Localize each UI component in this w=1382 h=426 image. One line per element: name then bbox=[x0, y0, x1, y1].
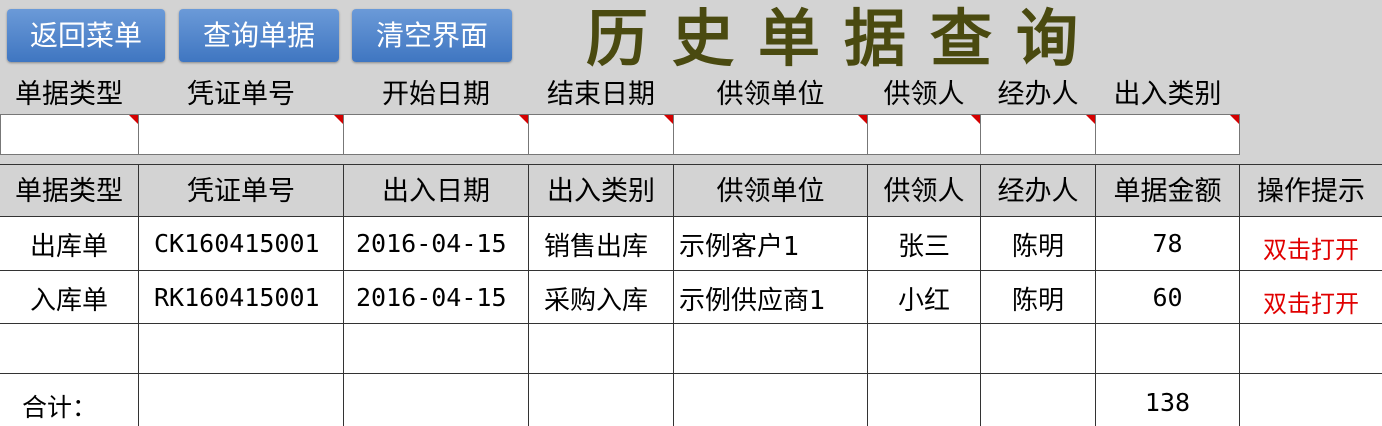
column-header-unit: 供领单位 bbox=[716, 176, 825, 207]
column-header-date: 出入日期 bbox=[382, 176, 490, 207]
query-voucher-field[interactable] bbox=[138, 114, 344, 155]
query-label-voucher: 凭证单号 bbox=[187, 79, 295, 110]
comment-marker-icon bbox=[858, 115, 867, 124]
cell-person: 小红 bbox=[897, 286, 950, 316]
back-to-menu-button[interactable]: 返回菜单 bbox=[7, 9, 165, 62]
comment-marker-icon bbox=[1230, 115, 1239, 124]
cell-unit: 示例供应商1 bbox=[679, 286, 826, 316]
query-category-field[interactable] bbox=[1095, 114, 1240, 155]
query-label-type: 单据类型 bbox=[15, 79, 123, 110]
cell-handler: 陈明 bbox=[1011, 232, 1064, 262]
cell-category: 采购入库 bbox=[544, 286, 649, 316]
column-header-type: 单据类型 bbox=[15, 176, 123, 207]
total-amount: 138 bbox=[1144, 388, 1191, 417]
open-voucher-link[interactable]: 双击打开 bbox=[1240, 284, 1382, 319]
cell-date: 2016-04-15 bbox=[356, 229, 507, 258]
cell-amount: 60 bbox=[1152, 283, 1183, 312]
query-labels-row: 单据类型 凭证单号 开始日期 结束日期 供领单位 供领人 经办人 出入类别 bbox=[0, 75, 1382, 114]
query-unit-field[interactable] bbox=[673, 114, 868, 155]
grid-line bbox=[673, 164, 674, 426]
comment-marker-icon bbox=[664, 115, 673, 124]
clear-interface-button[interactable]: 清空界面 bbox=[352, 9, 512, 62]
query-start-date-field[interactable] bbox=[343, 114, 529, 155]
comment-marker-icon bbox=[334, 115, 343, 124]
total-label: 合计： bbox=[22, 393, 98, 422]
grid-line bbox=[343, 164, 344, 426]
top-toolbar: 返回菜单 查询单据 清空界面 历史单据查询 bbox=[0, 0, 1382, 75]
section-divider bbox=[0, 156, 1382, 164]
cell-person: 张三 bbox=[897, 232, 950, 262]
cell-date: 2016-04-15 bbox=[356, 283, 507, 312]
comment-marker-icon bbox=[129, 115, 138, 124]
comment-marker-icon bbox=[971, 115, 980, 124]
cell-category: 销售出库 bbox=[544, 232, 649, 262]
cell-type: 出库单 bbox=[29, 232, 108, 262]
cell-voucher: CK160415001 bbox=[154, 229, 320, 258]
page-title: 历史单据查询 bbox=[586, 2, 1103, 75]
grid-line bbox=[0, 164, 1382, 165]
query-label-handler: 经办人 bbox=[997, 79, 1079, 110]
grid-line bbox=[0, 270, 1382, 271]
query-label-end-date: 结束日期 bbox=[547, 79, 655, 110]
grid-line bbox=[528, 164, 529, 426]
query-person-field[interactable] bbox=[867, 114, 981, 155]
cell-type: 入库单 bbox=[29, 286, 108, 316]
comment-marker-icon bbox=[519, 115, 528, 124]
cell-amount: 78 bbox=[1152, 229, 1183, 258]
results-table-header: 单据类型 凭证单号 出入日期 出入类别 供领单位 供领人 经办人 单据金额 操作… bbox=[0, 164, 1382, 216]
query-label-person: 供领人 bbox=[883, 79, 965, 110]
grid-line bbox=[0, 323, 1382, 324]
grid-line bbox=[0, 373, 1382, 374]
history-voucher-query-sheet: 返回菜单 查询单据 清空界面 历史单据查询 单据类型 凭证单号 开始日期 结束日… bbox=[0, 0, 1382, 426]
cell-unit: 示例客户1 bbox=[679, 232, 800, 262]
query-inputs-row bbox=[0, 114, 1382, 156]
column-header-category: 出入类别 bbox=[547, 176, 655, 207]
query-label-unit: 供领单位 bbox=[716, 79, 825, 110]
column-header-person: 供领人 bbox=[883, 176, 965, 207]
column-header-handler: 经办人 bbox=[997, 176, 1079, 207]
cell-handler: 陈明 bbox=[1011, 286, 1064, 316]
column-header-amount: 单据金额 bbox=[1113, 176, 1222, 207]
column-header-voucher: 凭证单号 bbox=[187, 176, 295, 207]
query-type-field[interactable] bbox=[0, 114, 139, 155]
query-vouchers-button[interactable]: 查询单据 bbox=[179, 9, 339, 62]
query-end-date-field[interactable] bbox=[528, 114, 674, 155]
query-handler-field[interactable] bbox=[980, 114, 1096, 155]
open-voucher-link[interactable]: 双击打开 bbox=[1240, 230, 1382, 265]
query-label-category: 出入类别 bbox=[1113, 79, 1222, 110]
grid-line bbox=[0, 216, 1382, 217]
comment-marker-icon bbox=[1086, 115, 1095, 124]
query-label-start-date: 开始日期 bbox=[382, 79, 490, 110]
grid-line bbox=[138, 164, 139, 426]
column-header-action: 操作提示 bbox=[1257, 176, 1365, 207]
cell-voucher: RK160415001 bbox=[154, 283, 320, 312]
